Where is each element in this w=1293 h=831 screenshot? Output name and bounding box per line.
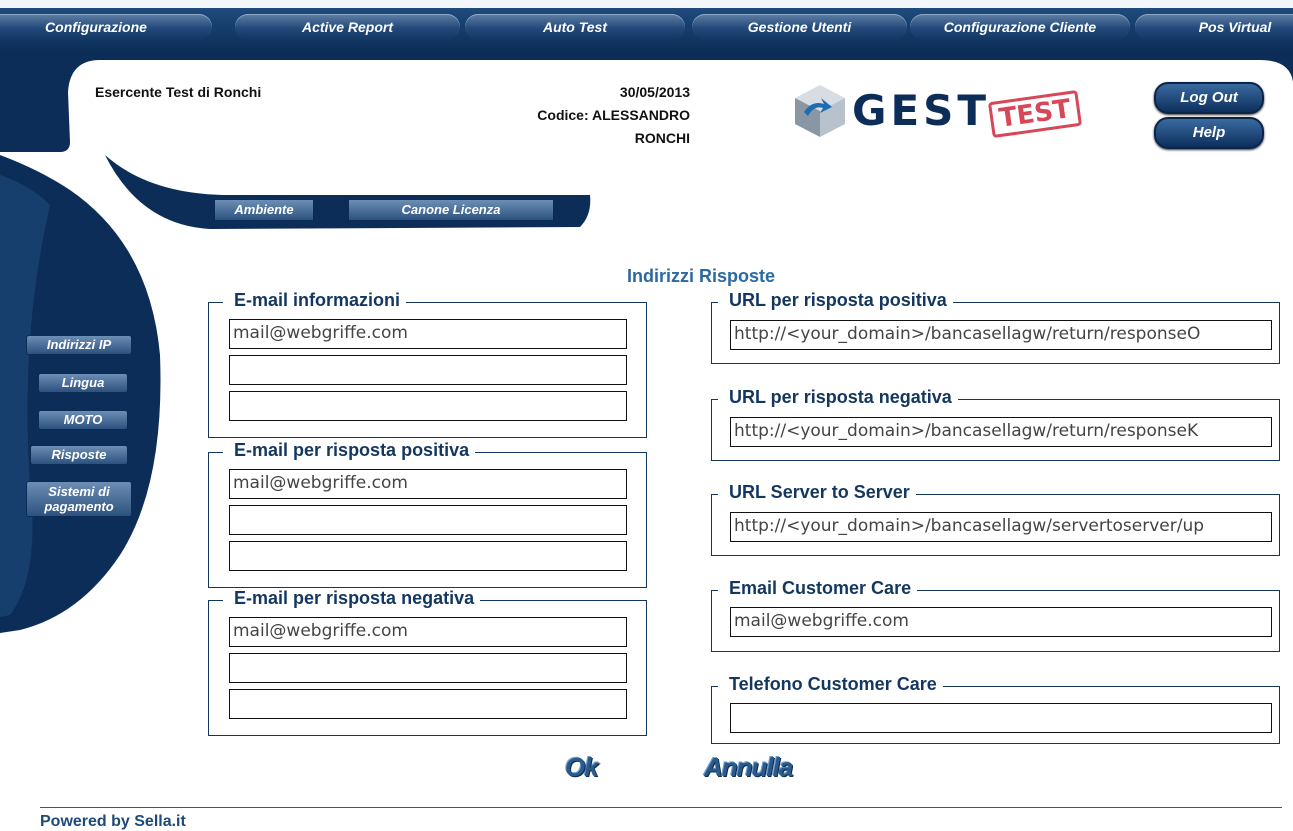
footer-text: Powered by Sella.it — [40, 813, 186, 830]
email-info-field-3[interactable] — [229, 391, 627, 421]
group-legend: URL per risposta negativa — [718, 387, 958, 408]
ok-button[interactable]: Ok — [565, 752, 599, 783]
email-pos-field-2[interactable] — [229, 505, 627, 535]
sidebar-item-lingua[interactable]: Lingua — [38, 373, 128, 393]
cancel-button[interactable]: Annulla — [704, 752, 793, 783]
group-email-informazioni: E-mail informazioni mail@webgriffe.com — [208, 290, 647, 438]
cube-icon — [795, 85, 845, 137]
group-legend: E-mail informazioni — [223, 290, 407, 311]
group-legend: Email Customer Care — [718, 578, 918, 599]
email-pos-field-3[interactable] — [229, 541, 627, 571]
nav-auto-test[interactable]: Auto Test — [465, 14, 685, 40]
header-code: Codice: ALESSANDRO — [537, 107, 690, 123]
subtab-ambiente[interactable]: Ambiente — [214, 199, 314, 221]
header-date: 30/05/2013 — [619, 84, 690, 100]
group-url-s2s: URL Server to Server http://<your_domain… — [711, 482, 1280, 556]
footer-divider — [40, 807, 1282, 808]
url-s2s-field[interactable]: http://<your_domain>/bancasellagw/server… — [730, 512, 1272, 542]
help-button[interactable]: Help — [1154, 117, 1264, 149]
top-navigation: Configurazione Active Report Auto Test G… — [0, 0, 1293, 52]
nav-configurazione[interactable]: Configurazione — [0, 14, 212, 40]
group-email-negativa: E-mail per risposta negativa mail@webgri… — [208, 588, 647, 736]
legend-text: URL Server to Server — [729, 482, 910, 502]
email-customer-care-field[interactable]: mail@webgriffe.com — [730, 607, 1272, 637]
group-telefono-customer-care: Telefono Customer Care — [711, 674, 1280, 744]
merchant-name: Esercente Test di Ronchi — [95, 84, 262, 100]
sidebar-item-sistemi-pagamento[interactable]: Sistemi di pagamento — [26, 481, 132, 517]
logo-text: GEST — [852, 86, 991, 135]
email-neg-field-3[interactable] — [229, 689, 627, 719]
sidebar-item-label: pagamento — [44, 499, 114, 514]
url-negativa-field[interactable]: http://<your_domain>/bancasellagw/return… — [730, 417, 1272, 447]
telefono-customer-care-field[interactable] — [730, 703, 1272, 733]
legend-text: E-mail per risposta negativa — [234, 588, 475, 608]
legend-text: URL per risposta positiva — [729, 290, 947, 310]
sidebar-item-indirizzi-ip[interactable]: Indirizzi IP — [26, 335, 132, 355]
group-url-negativa: URL per risposta negativa http://<your_d… — [711, 387, 1280, 461]
nav-gestione-utenti[interactable]: Gestione Utenti — [692, 14, 907, 40]
group-url-positiva: URL per risposta positiva http://<your_d… — [711, 290, 1280, 364]
group-legend: E-mail per risposta negativa — [223, 588, 481, 609]
legend-text: Telefono Customer Care — [729, 674, 937, 694]
sidebar-item-label: Sistemi di — [48, 484, 110, 499]
group-email-positiva: E-mail per risposta positiva mail@webgri… — [208, 440, 647, 588]
legend-text: URL per risposta negativa — [729, 387, 952, 407]
email-info-field-1[interactable]: mail@webgriffe.com — [229, 319, 627, 349]
nav-configurazione-cliente[interactable]: Configurazione Cliente — [910, 14, 1130, 40]
sidebar-item-moto[interactable]: MOTO — [38, 410, 128, 430]
email-pos-field-1[interactable]: mail@webgriffe.com — [229, 469, 627, 499]
page-title: Indirizzi Risposte — [627, 266, 776, 286]
group-legend: E-mail per risposta positiva — [223, 440, 476, 461]
group-legend: Telefono Customer Care — [718, 674, 943, 695]
email-neg-field-1[interactable]: mail@webgriffe.com — [229, 617, 627, 647]
sidebar-swoosh — [0, 155, 161, 633]
legend-text: E-mail per risposta positiva — [234, 440, 470, 460]
gestpay-logo: GEST TEST — [790, 80, 1120, 144]
sidebar-item-risposte[interactable]: Risposte — [30, 445, 128, 465]
logout-button[interactable]: Log Out — [1154, 82, 1264, 114]
subtab-canone-licenza[interactable]: Canone Licenza — [348, 199, 554, 221]
nav-pos-virtual[interactable]: Pos Virtual — [1135, 14, 1293, 40]
legend-text: E-mail informazioni — [234, 290, 401, 310]
group-legend: URL Server to Server — [718, 482, 916, 503]
group-email-customer-care: Email Customer Care mail@webgriffe.com — [711, 578, 1280, 652]
header-code-name: RONCHI — [634, 130, 690, 146]
email-info-field-2[interactable] — [229, 355, 627, 385]
email-neg-field-2[interactable] — [229, 653, 627, 683]
legend-text: Email Customer Care — [729, 578, 912, 598]
group-legend: URL per risposta positiva — [718, 290, 953, 311]
nav-active-report[interactable]: Active Report — [235, 14, 460, 40]
logo-test-stamp: TEST — [987, 89, 1083, 139]
url-positiva-field[interactable]: http://<your_domain>/bancasellagw/return… — [730, 320, 1272, 350]
